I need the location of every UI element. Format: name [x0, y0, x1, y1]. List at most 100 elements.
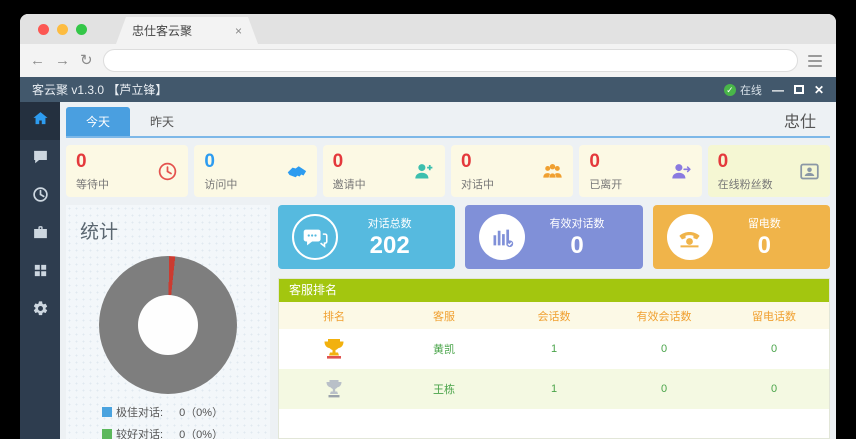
clock-icon [157, 161, 178, 182]
sidebar-item-history[interactable] [20, 178, 60, 216]
browser-tab-strip: 忠仕客云聚 × [20, 14, 836, 44]
app-maximize-icon[interactable] [794, 85, 804, 94]
summary-label: 对话总数 [338, 215, 441, 231]
app-title: 客云聚 v1.3.0 【芦立锋】 [32, 81, 167, 98]
main-content: 今天 昨天 忠仕 0 等待中 0 访问中 0 邀请中 [60, 102, 836, 439]
summary-value: 0 [525, 232, 628, 260]
app-minimize-icon[interactable]: — [772, 83, 784, 97]
chat-bubbles-icon [292, 214, 338, 260]
online-status: ✓ 在线 [724, 82, 762, 98]
handshake-icon [286, 161, 307, 182]
stat-card-online-fans[interactable]: 0 在线粉丝数 [708, 145, 830, 197]
donut-legend: 极佳对话: 0（0%） 较好对话: 0（0%） 一般对话: 0（0%） [80, 404, 256, 439]
stat-cards-row: 0 等待中 0 访问中 0 邀请中 0 对话中 [66, 145, 830, 197]
online-check-icon: ✓ [724, 84, 736, 96]
sidebar-item-workbench[interactable] [20, 216, 60, 254]
summary-cards-row: 对话总数 202 有效对话数 0 [278, 205, 830, 269]
stat-card-inviting[interactable]: 0 邀请中 [323, 145, 445, 197]
zoom-window-icon[interactable] [76, 24, 87, 35]
statistics-panel: 统计 极佳对话: 0（0%） 较好对话: 0（0%） [66, 205, 270, 439]
stat-card-waiting[interactable]: 0 等待中 [66, 145, 188, 197]
stat-card-left[interactable]: 0 已离开 [579, 145, 701, 197]
summary-card-phone-leads[interactable]: 留电数 0 [653, 205, 830, 269]
legend-swatch-green [102, 429, 112, 439]
sidebar [20, 102, 60, 439]
sidebar-item-apps[interactable] [20, 254, 60, 292]
summary-card-valid-chats[interactable]: 有效对话数 0 [465, 205, 642, 269]
browser-tab[interactable]: 忠仕客云聚 × [116, 17, 258, 44]
people-group-icon [542, 161, 563, 182]
statistics-title: 统计 [80, 217, 256, 244]
home-icon [32, 110, 49, 132]
summary-label: 留电数 [713, 215, 816, 231]
url-input[interactable] [103, 49, 798, 72]
phone-lead-count: 0 [719, 329, 829, 369]
date-tabs: 今天 昨天 忠仕 [66, 108, 830, 138]
app-titlebar: 客云聚 v1.3.0 【芦立锋】 ✓ 在线 — ✕ [20, 77, 836, 102]
tab-yesterday[interactable]: 昨天 [130, 107, 194, 136]
tab-today[interactable]: 今天 [66, 107, 130, 136]
bar-chart-icon [479, 214, 525, 260]
ranking-table: 排名 客服 会话数 有效会话数 留电话数 [279, 302, 829, 409]
briefcase-icon [32, 224, 49, 246]
forward-icon[interactable]: → [55, 53, 70, 68]
valid-session-count: 0 [609, 329, 719, 369]
legend-value: 0（0%） [179, 426, 223, 439]
online-label: 在线 [740, 82, 762, 98]
summary-label: 有效对话数 [525, 215, 628, 231]
brand-label: 忠仕 [784, 108, 830, 136]
agent-name: 黄凯 [389, 329, 499, 369]
agent-name: 王栋 [389, 369, 499, 409]
person-leave-icon [671, 161, 692, 182]
fans-card-icon [799, 161, 820, 182]
ranking-title: 客服排名 [279, 279, 829, 302]
phone-lead-count: 0 [719, 369, 829, 409]
gear-icon [32, 300, 49, 322]
traffic-lights [38, 24, 87, 35]
col-phone-leads: 留电话数 [719, 302, 829, 329]
browser-tab-title: 忠仕客云聚 [132, 22, 192, 39]
silver-trophy-icon [279, 369, 389, 409]
table-row[interactable]: 黄凯 1 0 0 [279, 329, 829, 369]
stat-card-chatting[interactable]: 0 对话中 [451, 145, 573, 197]
col-sessions: 会话数 [499, 302, 609, 329]
legend-label: 极佳对话: [116, 404, 163, 420]
conversation-quality-donut-chart [99, 256, 237, 394]
sidebar-item-home[interactable] [20, 102, 60, 140]
clock-icon [32, 186, 49, 208]
legend-value: 0（0%） [179, 404, 223, 420]
legend-item: 较好对话: 0（0%） [102, 426, 256, 439]
grid-icon [32, 262, 49, 284]
sidebar-item-settings[interactable] [20, 292, 60, 330]
gold-trophy-icon [279, 329, 389, 369]
tab-close-icon[interactable]: × [235, 24, 242, 38]
valid-session-count: 0 [609, 369, 719, 409]
browser-window: 忠仕客云聚 × ← → ↻ 客云聚 v1.3.0 【芦立锋】 ✓ 在线 — ✕ [20, 14, 836, 439]
summary-card-total-chats[interactable]: 对话总数 202 [278, 205, 455, 269]
legend-item: 极佳对话: 0（0%） [102, 404, 256, 420]
phone-icon [667, 214, 713, 260]
close-window-icon[interactable] [38, 24, 49, 35]
session-count: 1 [499, 329, 609, 369]
summary-value: 202 [338, 232, 441, 260]
minimize-window-icon[interactable] [57, 24, 68, 35]
person-plus-icon [414, 161, 435, 182]
sidebar-item-chat[interactable] [20, 140, 60, 178]
browser-toolbar: ← → ↻ [20, 44, 836, 77]
legend-label: 较好对话: [116, 426, 163, 439]
ranking-header-row: 排名 客服 会话数 有效会话数 留电话数 [279, 302, 829, 329]
legend-swatch-blue [102, 407, 112, 417]
col-rank: 排名 [279, 302, 389, 329]
browser-menu-icon[interactable] [808, 55, 826, 67]
stat-card-visiting[interactable]: 0 访问中 [194, 145, 316, 197]
summary-value: 0 [713, 232, 816, 260]
app-close-icon[interactable]: ✕ [814, 83, 824, 97]
col-agent: 客服 [389, 302, 499, 329]
chat-icon [32, 148, 49, 170]
col-valid-sessions: 有效会话数 [609, 302, 719, 329]
back-icon[interactable]: ← [30, 53, 45, 68]
session-count: 1 [499, 369, 609, 409]
reload-icon[interactable]: ↻ [80, 53, 93, 68]
table-row[interactable]: 王栋 1 0 0 [279, 369, 829, 409]
agent-ranking-panel: 客服排名 排名 客服 会话数 有效会话数 留电话数 [278, 278, 830, 439]
